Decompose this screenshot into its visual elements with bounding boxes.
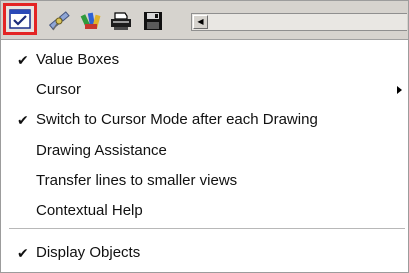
satellite-icon [48,11,70,31]
checkmark-icon: ✔ [17,112,29,128]
save-button[interactable] [141,10,165,32]
options-menu-button[interactable] [3,3,37,35]
menu-item-label: Cursor [36,81,82,98]
menu-item-label: Drawing Assistance [36,142,167,159]
print-button[interactable] [109,10,133,32]
options-dropdown-menu: ✔ Value Boxes Cursor ✔ Switch to Cursor … [1,40,408,272]
menu-item-label: Transfer lines to smaller views [36,172,238,189]
checkbox-window-icon [9,9,31,29]
menu-item-switch-to-cursor-mode[interactable]: ✔ Switch to Cursor Mode after each Drawi… [1,105,408,135]
satellite-button[interactable] [47,10,71,32]
toolbar: ◀ [1,1,408,40]
printer-icon [111,12,131,30]
colored-pencils-button[interactable] [79,10,103,32]
toolbar-scrollbar[interactable]: ◀ [191,13,407,31]
scroll-left-button[interactable]: ◀ [193,15,208,29]
menu-item-display-objects[interactable]: ✔ Display Objects [1,238,408,268]
menu-item-contextual-help[interactable]: Contextual Help [1,196,408,226]
menu-item-transfer-lines[interactable]: Transfer lines to smaller views [1,166,408,196]
checkmark-icon: ✔ [17,52,29,68]
menu-item-cursor[interactable]: Cursor [1,75,408,105]
submenu-arrow-icon [397,86,402,94]
menu-item-label: Display Objects [36,244,141,261]
menu-item-label: Switch to Cursor Mode after each Drawing [36,111,318,128]
menu-item-value-boxes[interactable]: ✔ Value Boxes [1,45,408,75]
colored-pencils-icon [80,12,101,29]
menu-separator [9,228,405,230]
floppy-disk-icon [144,12,162,30]
menu-item-label: Value Boxes [36,51,120,68]
menu-item-label: Contextual Help [36,202,143,219]
application-window: ◀ ✔ Value Boxes Cursor ✔ Switch to Curso… [0,0,409,273]
menu-item-drawing-assistance[interactable]: Drawing Assistance [1,136,408,166]
checkmark-icon: ✔ [17,245,29,261]
left-arrow-icon: ◀ [197,17,204,26]
